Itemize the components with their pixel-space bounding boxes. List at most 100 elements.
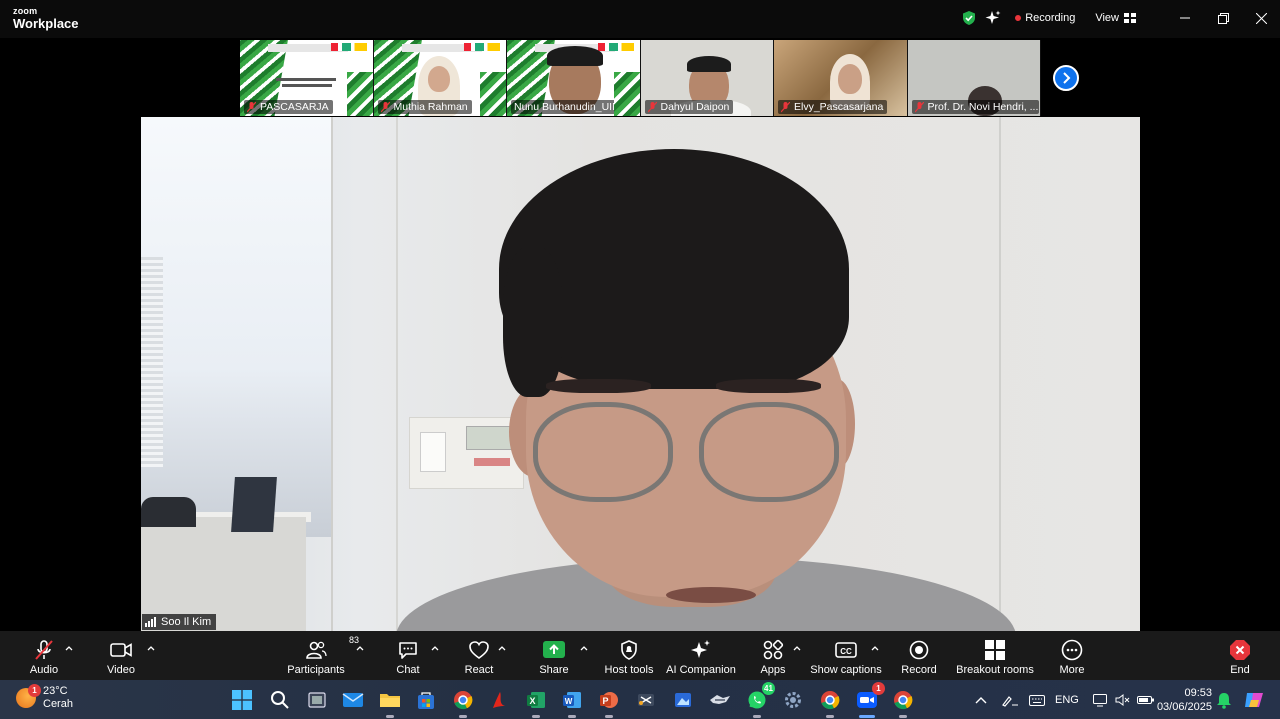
weather-widget[interactable]: 1 23°C Cerah [16, 684, 73, 711]
apps-options-caret[interactable] [792, 643, 802, 653]
store-app[interactable] [414, 688, 438, 712]
windows-taskbar: 1 23°C Cerah X W P 41 1 ENG 09:53 03/06/… [0, 680, 1280, 719]
active-speaker-video[interactable]: Soo Il Kim [141, 117, 1140, 631]
network-monitor-icon[interactable] [1092, 693, 1109, 707]
chevron-up-icon [580, 646, 588, 651]
taskbar-app[interactable] [708, 688, 732, 712]
close-window-button[interactable] [1242, 0, 1280, 36]
minimize-button[interactable] [1166, 0, 1204, 36]
chrome-app[interactable] [451, 688, 475, 718]
view-label: View [1095, 12, 1119, 24]
more-button[interactable]: More [1052, 631, 1092, 680]
powerpoint-icon: P [600, 692, 618, 708]
clock-date: 03/06/2025 [1156, 701, 1212, 713]
muted-mic-icon [247, 101, 256, 112]
chat-button[interactable]: Chat [388, 631, 428, 680]
heart-icon [469, 641, 489, 659]
chevron-up-icon [65, 646, 73, 651]
audio-button[interactable]: Audio [22, 631, 66, 680]
participant-tile[interactable]: PASCASARJA [240, 40, 374, 116]
task-view-button[interactable] [305, 688, 329, 712]
excel-app[interactable]: X [524, 688, 548, 718]
meeting-toolbar: Audio Video 83 Participants Chat React S… [0, 631, 1280, 680]
word-app[interactable]: W [560, 688, 584, 718]
chevron-up-icon [147, 646, 155, 651]
battery-icon[interactable] [1136, 694, 1155, 706]
restore-icon [1217, 12, 1229, 24]
host-tools-label: Host tools [604, 664, 654, 676]
keyboard-icon[interactable] [1029, 694, 1045, 706]
copilot-button[interactable] [1242, 688, 1266, 712]
participants-icon [306, 641, 327, 659]
minimize-icon [1180, 17, 1190, 19]
react-button[interactable]: React [459, 631, 499, 680]
view-button[interactable]: View [1095, 12, 1136, 24]
muted-microphone-icon [35, 640, 53, 660]
whatsapp-app[interactable]: 41 [745, 682, 775, 718]
video-options-caret[interactable] [146, 643, 156, 653]
ai-sparkle-icon[interactable] [985, 10, 1001, 26]
pdf-reader-app[interactable] [487, 688, 511, 712]
apps-button[interactable]: Apps [753, 631, 793, 680]
mail-icon [342, 693, 364, 707]
zoom-badge: 1 [872, 682, 885, 695]
speaker-muted-icon[interactable] [1115, 693, 1131, 707]
recording-indicator[interactable]: Recording [1015, 12, 1075, 24]
task-view-icon [308, 692, 326, 708]
photos-app[interactable] [671, 688, 695, 712]
settings-app[interactable] [781, 688, 805, 712]
show-captions-button[interactable]: CC Show captions [810, 631, 882, 680]
participant-tile[interactable]: Muthia Rahman [373, 40, 507, 116]
share-button[interactable]: Share [534, 631, 574, 680]
chrome-icon [454, 691, 473, 710]
participants-options-caret[interactable] [355, 643, 365, 653]
participant-tile[interactable]: Nunu Burhanudin_UIN Bu... [507, 40, 641, 116]
end-meeting-button[interactable]: End [1222, 631, 1258, 680]
participant-tile[interactable]: Prof. Dr. Novi Hendri, ... [907, 40, 1041, 116]
svg-text:CC: CC [840, 647, 852, 656]
zoom-app[interactable]: 1 [855, 682, 885, 718]
breakout-rooms-label: Breakout rooms [956, 664, 1034, 676]
chevron-up-icon [793, 646, 801, 651]
snipping-tool-app[interactable] [634, 688, 658, 712]
taskbar-clock[interactable]: 09:53 03/06/2025 [1157, 686, 1212, 714]
recording-dot-icon [1015, 15, 1022, 21]
record-button[interactable]: Record [899, 631, 939, 680]
chrome-profile-app[interactable] [818, 688, 842, 718]
muted-mic-icon [647, 101, 657, 112]
share-options-caret[interactable] [579, 643, 589, 653]
react-options-caret[interactable] [497, 643, 507, 653]
host-tools-button[interactable]: Host tools [603, 631, 655, 680]
captions-options-caret[interactable] [870, 643, 880, 653]
file-explorer-app[interactable] [378, 688, 402, 718]
encryption-shield-icon[interactable] [961, 10, 977, 26]
ai-companion-button[interactable]: AI Companion [666, 631, 736, 680]
chrome-profile-2-app[interactable] [891, 688, 915, 718]
copilot-icon [1245, 693, 1263, 707]
start-button[interactable] [230, 688, 254, 712]
zoom-logo: zoom Workplace [13, 7, 79, 31]
participant-tile[interactable]: Elvy_Pascasarjana [774, 40, 908, 116]
video-button[interactable]: Video [99, 631, 143, 680]
gear-icon [785, 692, 801, 708]
chat-options-caret[interactable] [430, 643, 440, 653]
weather-sun-icon: 1 [16, 684, 41, 708]
muted-mic-icon [914, 101, 924, 112]
chevron-up-icon[interactable] [975, 696, 987, 704]
notifications-button[interactable] [1212, 688, 1236, 712]
participant-name: Nunu Burhanudin_UIN Bu... [514, 101, 638, 113]
breakout-rooms-button[interactable]: Breakout rooms [955, 631, 1035, 680]
participants-button[interactable]: 83 Participants [286, 631, 359, 680]
system-tray: ENG [975, 680, 1155, 719]
search-button[interactable] [268, 688, 292, 712]
participant-tile[interactable]: Dahyul Daipon [640, 40, 774, 116]
audio-options-caret[interactable] [64, 643, 74, 653]
gallery-next-button[interactable] [1053, 65, 1079, 91]
chevron-up-icon [498, 646, 506, 651]
input-language[interactable]: ENG [1055, 694, 1079, 706]
audio-label: Audio [29, 664, 59, 676]
restore-button[interactable] [1204, 0, 1242, 36]
network-pen-icon[interactable] [1001, 693, 1019, 707]
mail-app[interactable] [341, 688, 365, 712]
powerpoint-app[interactable]: P [597, 688, 621, 718]
